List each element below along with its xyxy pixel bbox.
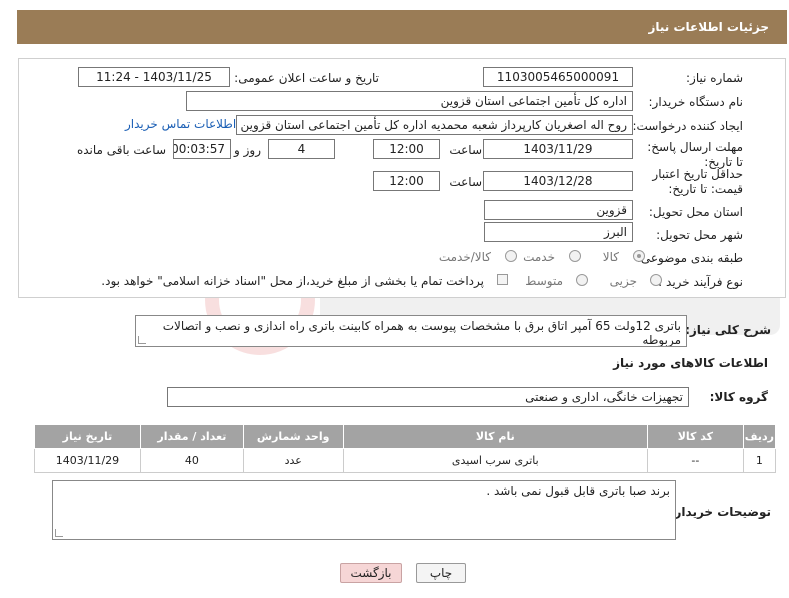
buyer-notes-text: برند صبا باتری قابل قبول نمی باشد . <box>486 484 670 498</box>
validity-label: حداقل تاریخ اعتبار قیمت: تا تاریخ: <box>652 167 743 196</box>
deadline-date-field: 1403/11/29 <box>483 139 633 159</box>
treasury-payment-note: پرداخت تمام یا بخشی از مبلغ خرید،از محل … <box>101 274 484 288</box>
process-option-medium: متوسط <box>525 274 563 288</box>
buyer-org-field: اداره کل تأمین اجتماعی استان قزوین <box>186 91 633 111</box>
validity-time-field: 12:00 <box>373 171 440 191</box>
days-label: روز و <box>234 143 261 157</box>
province-label: استان محل تحویل: <box>648 205 743 219</box>
summary-label: شرح کلی نیاز: <box>685 323 771 337</box>
cell-unit: عدد <box>242 448 344 473</box>
city-field: البرز <box>484 222 633 242</box>
process-option-minor: جزیی <box>609 274 637 288</box>
buyer-notes-label: توضیحات خریدار: <box>669 505 771 519</box>
resize-handle-icon[interactable] <box>138 336 146 344</box>
cell-name: باتری سرب اسیدی <box>342 448 648 473</box>
remaining-time-label: ساعت باقی مانده <box>76 143 166 157</box>
category-option-goods-service: کالا/خدمت <box>438 250 491 264</box>
cell-code: -- <box>646 448 744 473</box>
announce-datetime-label: تاریخ و ساعت اعلان عمومی: <box>234 71 379 85</box>
cell-date: 1403/11/29 <box>34 448 141 473</box>
goods-group-label: گروه کالا: <box>709 390 768 404</box>
buyer-notes-textarea: برند صبا باتری قابل قبول نمی باشد . <box>52 480 676 540</box>
print-button[interactable]: چاپ <box>416 563 466 583</box>
deadline-time-field: 12:00 <box>373 139 440 159</box>
treasury-payment-checkbox[interactable] <box>497 274 508 285</box>
summary-textarea: باتری 12ولت 65 آمپر اتاق برق با مشخصات پ… <box>135 315 687 347</box>
process-type-label: نوع فرآیند خرید : <box>658 275 743 289</box>
cell-qty: 40 <box>139 448 244 473</box>
page-title: جزئیات اطلاعات نیاز <box>648 20 769 34</box>
col-qty: تعداد / مقدار <box>139 424 244 449</box>
back-button[interactable]: بازگشت <box>340 563 402 583</box>
resize-handle-icon[interactable] <box>55 529 63 537</box>
category-radio-goods[interactable] <box>633 250 645 262</box>
col-row: ردیف <box>742 424 777 449</box>
validity-time-label: ساعت <box>449 175 482 189</box>
buyer-org-label: نام دستگاه خریدار: <box>648 95 744 109</box>
remaining-days-field: 4 <box>268 139 335 159</box>
col-unit: واحد شمارش <box>242 424 344 449</box>
process-radio-medium[interactable] <box>576 274 588 286</box>
category-radio-service[interactable] <box>569 250 581 262</box>
cell-row: 1 <box>742 448 777 473</box>
requester-field: روح اله اصغریان کارپرداز شعبه محمدیه ادا… <box>236 115 633 135</box>
province-field: قزوین <box>484 200 633 220</box>
goods-section-title: اطلاعات کالاهای مورد نیاز <box>613 356 768 370</box>
need-number-field: 1103005465000091 <box>483 67 633 87</box>
col-name: نام کالا <box>342 424 648 449</box>
city-label: شهر محل تحویل: <box>656 228 743 242</box>
summary-text: باتری 12ولت 65 آمپر اتاق برق با مشخصات پ… <box>162 319 681 347</box>
remaining-time-field: 00:03:57 <box>173 139 231 159</box>
goods-group-field: تجهیزات خانگی، اداری و صنعتی <box>167 387 689 407</box>
goods-table: ردیف کد کالا نام کالا واحد شمارش تعداد /… <box>34 424 777 473</box>
category-option-service: خدمت <box>523 250 555 264</box>
page-header: جزئیات اطلاعات نیاز <box>17 10 787 44</box>
table-row: 1 -- باتری سرب اسیدی عدد 40 1403/11/29 <box>34 448 777 473</box>
category-label: طبقه بندی موضوعی: <box>636 251 743 265</box>
col-code: کد کالا <box>646 424 744 449</box>
goods-table-header: ردیف کد کالا نام کالا واحد شمارش تعداد /… <box>34 424 777 449</box>
category-radio-goods-service[interactable] <box>505 250 517 262</box>
buyer-contact-link[interactable]: اطلاعات تماس خریدار <box>125 117 236 131</box>
process-radio-minor[interactable] <box>650 274 662 286</box>
announce-datetime-field: 1403/11/25 - 11:24 <box>78 67 230 87</box>
category-option-goods: کالا <box>602 250 619 264</box>
deadline-time-label: ساعت <box>449 143 482 157</box>
validity-date-field: 1403/12/28 <box>483 171 633 191</box>
requester-label: ایجاد کننده درخواست: <box>632 119 743 133</box>
col-date: تاریخ نیاز <box>34 424 141 449</box>
need-number-label: شماره نیاز: <box>686 71 743 85</box>
deadline-label: مهلت ارسال پاسخ: تا تاریخ: <box>647 140 743 169</box>
